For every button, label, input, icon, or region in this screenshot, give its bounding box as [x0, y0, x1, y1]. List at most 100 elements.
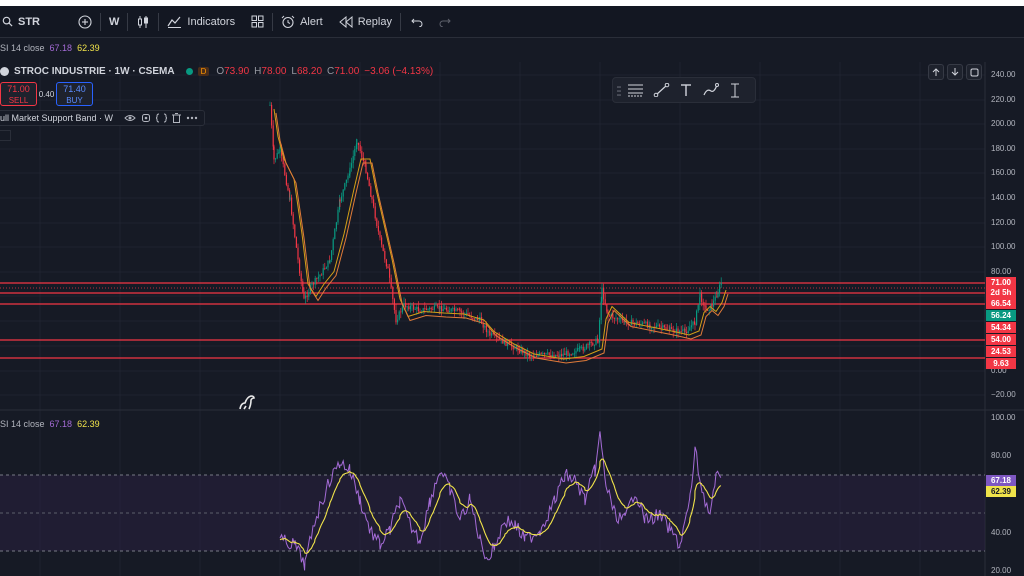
trend-line-icon[interactable]	[653, 83, 670, 97]
candle-body	[702, 301, 704, 306]
price-axis-label: 180.00	[991, 144, 1016, 153]
candle-body	[519, 350, 521, 353]
candle-body	[329, 259, 331, 263]
candle-body	[482, 323, 484, 328]
low-value: 68.20	[296, 66, 323, 77]
more-icon[interactable]	[186, 116, 198, 120]
trash-icon[interactable]	[172, 113, 182, 123]
candle-body	[609, 315, 611, 317]
source-code-icon[interactable]	[156, 113, 168, 123]
text-tool-icon[interactable]	[679, 83, 693, 97]
rsi-axis-label: 80.00	[991, 451, 1012, 460]
candle-body	[662, 325, 664, 328]
candle-body	[597, 340, 599, 343]
candle-body	[324, 268, 326, 269]
candle-body	[287, 184, 289, 191]
candle-body	[690, 325, 692, 328]
collapse-legend-icon[interactable]	[0, 130, 11, 141]
candle-body	[430, 307, 432, 310]
candle-body	[589, 341, 591, 345]
fullscreen-button[interactable]	[966, 64, 982, 80]
interval-label: W	[109, 15, 120, 28]
sell-button[interactable]: 71.00 SELL	[0, 82, 37, 106]
series-title: STROC INDUSTRIE · 1W · CSEMA	[14, 66, 175, 77]
floating-drawing-toolbar	[612, 77, 756, 103]
candle-body	[397, 319, 399, 323]
interval-button[interactable]: W	[101, 6, 127, 37]
top-toolbar: STR W Indicators Alert Replay	[0, 6, 1024, 38]
candle-body	[411, 305, 413, 307]
candle-body	[427, 308, 429, 311]
candle-body	[581, 346, 583, 348]
candle-body	[542, 353, 544, 354]
candle-body	[717, 293, 719, 298]
candle-body	[618, 318, 620, 320]
candle-body	[682, 329, 684, 332]
candle-body	[578, 348, 580, 349]
price-level-badge: 66.54	[986, 298, 1016, 309]
rsi-legend[interactable]: SI 14 close 67.18 62.39	[0, 419, 100, 429]
candle-body	[590, 341, 592, 343]
candle-body	[565, 350, 567, 356]
candle-body	[308, 292, 310, 297]
candle-body	[615, 318, 617, 320]
candle-body	[514, 348, 516, 350]
rsi-value-badge: 67.18	[986, 475, 1016, 486]
candle-body	[345, 179, 347, 184]
replay-button[interactable]: Replay	[331, 6, 400, 37]
price-axis-label: 80.00	[991, 267, 1012, 276]
undo-button[interactable]	[401, 6, 433, 37]
candle-body	[643, 322, 645, 324]
brush-icon[interactable]	[702, 83, 719, 97]
candle-body	[305, 295, 307, 299]
candle-body	[437, 305, 439, 307]
candle-body	[713, 300, 715, 307]
compare-symbol-button[interactable]	[70, 6, 100, 37]
redo-button[interactable]	[433, 6, 457, 37]
candle-body	[359, 144, 361, 151]
candle-body	[406, 306, 408, 308]
candle-body	[351, 163, 353, 168]
indicators-button[interactable]: Indicators	[159, 6, 243, 37]
candle-body	[720, 282, 722, 286]
price-level-badge: 56.24	[986, 310, 1016, 321]
candle-body	[663, 325, 665, 328]
price-range-icon[interactable]	[728, 83, 742, 98]
alert-button[interactable]: Alert	[273, 6, 331, 37]
layouts-button[interactable]	[243, 6, 272, 37]
indicator-legend[interactable]: ull Market Support Band · W	[0, 110, 206, 126]
drag-handle-icon[interactable]	[617, 85, 621, 97]
candle-body	[284, 164, 286, 176]
candle-body	[387, 266, 389, 269]
rsi-top-legend[interactable]: SI 14 close 67.18 62.39	[0, 43, 100, 53]
line-style-icon[interactable]	[627, 83, 644, 97]
eye-icon[interactable]	[124, 114, 136, 122]
candle-body	[325, 267, 327, 269]
candle-body	[472, 318, 474, 319]
rsi-legend-ma-value: 62.39	[77, 419, 100, 429]
candle-body	[569, 354, 571, 356]
trading-app: STR W Indicators Alert Replay SI 14 clos…	[0, 0, 1024, 576]
symbol-search[interactable]: STR	[0, 6, 48, 37]
candle-body	[669, 327, 671, 331]
candle-body	[273, 146, 275, 160]
candle-body	[689, 327, 691, 331]
market-status-dot-icon	[185, 68, 193, 75]
scroll-down-button[interactable]	[947, 64, 963, 80]
buy-button[interactable]: 71.40 BUY	[56, 82, 93, 106]
settings-icon[interactable]	[141, 113, 151, 123]
candle-body	[595, 338, 597, 345]
candle-body	[601, 287, 603, 302]
candle-body	[332, 239, 334, 251]
candle-body	[459, 309, 461, 312]
rsi-top-legend-value: 67.18	[49, 43, 73, 53]
candle-body	[655, 325, 657, 328]
rsi-axis-label: 20.00	[991, 566, 1012, 575]
candle-body	[705, 305, 707, 310]
candle-body	[382, 244, 384, 251]
main-series-legend[interactable]: STROC INDUSTRIE · 1W · CSEMA D O73.90 H7…	[0, 66, 433, 77]
candle-body	[642, 322, 644, 325]
chart-type-button[interactable]	[128, 6, 158, 37]
scroll-up-button[interactable]	[928, 64, 944, 80]
series-dot-icon	[0, 67, 9, 76]
